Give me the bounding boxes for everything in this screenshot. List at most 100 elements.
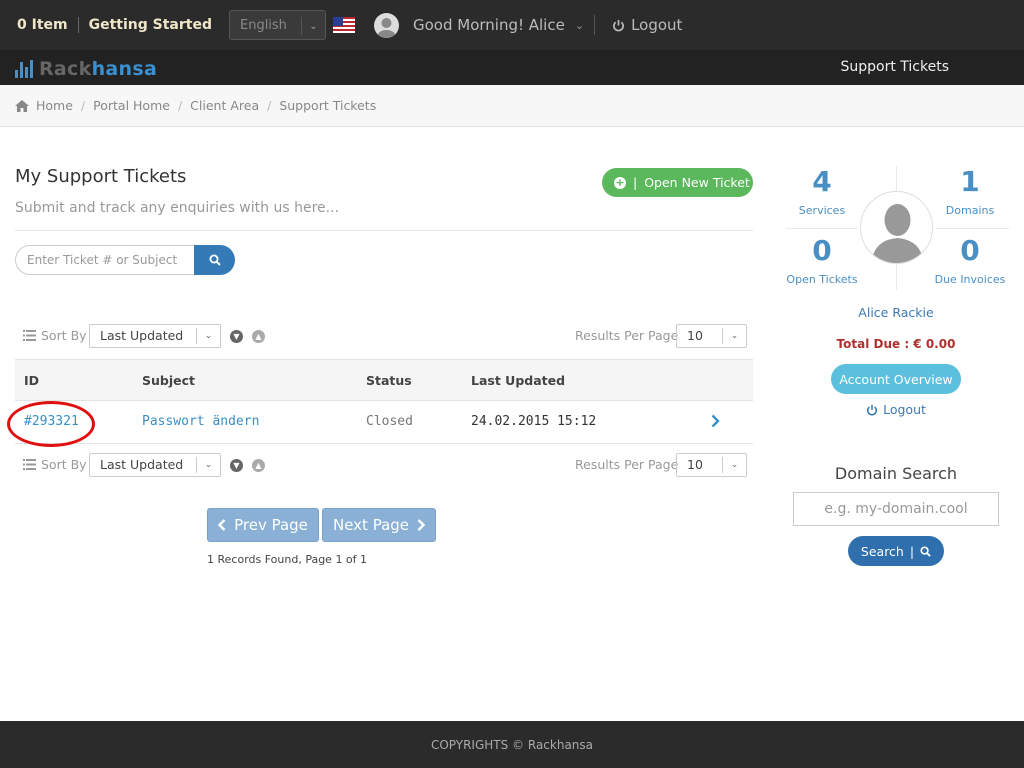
results-per-page-label: Results Per Page [575, 328, 679, 343]
sort-select[interactable]: Last Updated ⌄ [89, 324, 221, 348]
breadcrumb-support-tickets: Support Tickets [279, 98, 377, 113]
list-icon [23, 459, 36, 470]
breadcrumb: Home / Portal Home / Client Area / Suppo… [0, 85, 1024, 127]
due-invoices-count[interactable]: 0 [935, 234, 1005, 267]
logo-bars-icon [15, 60, 34, 78]
column-header-last-updated[interactable]: Last Updated [471, 373, 565, 388]
chevron-down-icon: ⌄ [196, 457, 220, 473]
column-header-status[interactable]: Status [366, 373, 412, 388]
ticket-subject-link[interactable]: Passwort ändern [142, 414, 259, 429]
table-row[interactable]: #293321 Passwort ändern Closed 24.02.201… [15, 401, 753, 444]
sort-bar-top: Sort By Last Updated ⌄ ▼ ▲ Results Per P… [15, 324, 753, 348]
avatar [860, 191, 933, 264]
results-per-page-select[interactable]: 10 ⌄ [676, 453, 747, 477]
avatar[interactable] [373, 12, 399, 38]
breadcrumb-separator: / [177, 98, 183, 113]
home-icon [15, 99, 29, 112]
results-per-page-value: 10 [687, 457, 703, 472]
account-overview-button[interactable]: Account Overview [831, 364, 961, 394]
sort-by-label: Sort By [41, 328, 87, 343]
records-found-text: 1 Records Found, Page 1 of 1 [207, 553, 368, 566]
language-value: English [239, 17, 287, 33]
breadcrumb-separator: / [80, 98, 86, 113]
domains-label[interactable]: Domains [925, 204, 1015, 217]
breadcrumb-client-area[interactable]: Client Area [190, 98, 259, 113]
greeting-menu[interactable]: Good Morning! Alice [413, 16, 565, 34]
sort-bar-bottom: Sort By Last Updated ⌄ ▼ ▲ Results Per P… [15, 453, 753, 477]
divider: | [633, 175, 638, 190]
sort-ascending-icon[interactable]: ▲ [252, 459, 265, 472]
getting-started-link[interactable]: Getting Started [89, 17, 212, 33]
sort-value: Last Updated [100, 457, 184, 472]
chevron-down-icon: ⌄ [722, 457, 746, 473]
divider: | [909, 543, 915, 559]
domain-search-title: Domain Search [834, 464, 958, 483]
breadcrumb-portal-home[interactable]: Portal Home [93, 98, 170, 113]
search-icon [920, 545, 931, 557]
sidebar-logout-link[interactable]: Logout [796, 402, 996, 417]
open-new-ticket-label: Open New Ticket [644, 175, 750, 190]
prev-page-label: Prev Page [234, 516, 308, 534]
cart-link[interactable]: 0 Item [17, 17, 68, 33]
results-per-page-value: 10 [687, 328, 703, 343]
column-header-id[interactable]: ID [24, 373, 39, 388]
top-bar: 0 Item Getting Started English ⌄ Good Mo… [0, 0, 1024, 50]
sort-ascending-icon[interactable]: ▲ [252, 330, 265, 343]
ticket-id-link[interactable]: #293321 [24, 414, 79, 429]
open-tickets-count[interactable]: 0 [787, 234, 857, 267]
open-tickets-label[interactable]: Open Tickets [777, 273, 867, 286]
search-placeholder: Enter Ticket # or Subject [27, 253, 178, 267]
results-per-page-select[interactable]: 10 ⌄ [676, 324, 747, 348]
list-icon [23, 330, 36, 341]
logo[interactable]: Rackhansa [15, 58, 157, 80]
sort-value: Last Updated [100, 328, 184, 343]
brand-bar: Rackhansa Support Tickets [0, 50, 1024, 85]
results-per-page-label: Results Per Page [575, 457, 679, 472]
divider [594, 15, 596, 35]
chevron-right-icon[interactable] [711, 414, 720, 432]
domain-search-input[interactable]: e.g. my-domain.cool [793, 492, 999, 526]
logout-link[interactable]: Logout [612, 16, 682, 34]
open-new-ticket-button[interactable]: + | Open New Ticket [602, 168, 753, 197]
prev-page-button[interactable]: Prev Page [207, 508, 319, 542]
ticket-search-button[interactable] [194, 245, 235, 275]
plus-circle-icon: + [614, 175, 626, 189]
table-header: ID Subject Status Last Updated [15, 359, 753, 401]
total-due: Total Due : € 0.00 [836, 337, 956, 351]
sort-descending-icon[interactable]: ▼ [230, 330, 243, 343]
domain-search-button[interactable]: Search | [848, 536, 944, 566]
services-label[interactable]: Services [777, 204, 867, 217]
client-name[interactable]: Alice Rackie [796, 305, 996, 320]
page-subtitle: Submit and track any enquiries with us h… [15, 200, 339, 216]
chevron-down-icon[interactable]: ⌄ [575, 19, 584, 32]
domain-search-placeholder: e.g. my-domain.cool [824, 501, 968, 517]
ticket-last-updated: 24.02.2015 15:12 [471, 414, 597, 429]
due-invoices-label[interactable]: Due Invoices [925, 273, 1015, 286]
sidebar-logout-label: Logout [883, 402, 926, 417]
logo-text-part1: Rack [39, 58, 92, 80]
page-title: My Support Tickets [15, 166, 187, 187]
footer: COPYRIGHTS © Rackhansa [0, 721, 1024, 768]
domains-count[interactable]: 1 [935, 165, 1005, 198]
logout-label: Logout [631, 16, 683, 34]
chevron-left-icon [218, 519, 226, 531]
sort-descending-icon[interactable]: ▼ [230, 459, 243, 472]
nav-support-tickets[interactable]: Support Tickets [840, 59, 949, 75]
services-count[interactable]: 4 [787, 165, 857, 198]
column-header-subject[interactable]: Subject [142, 373, 195, 388]
sort-by-label: Sort By [41, 457, 87, 472]
breadcrumb-separator: / [267, 98, 272, 113]
divider [15, 230, 753, 231]
divider [935, 228, 1009, 229]
logo-text-part2: hansa [91, 58, 158, 80]
sort-select[interactable]: Last Updated ⌄ [89, 453, 221, 477]
chevron-right-icon [417, 519, 426, 531]
search-icon [209, 254, 221, 266]
breadcrumb-home[interactable]: Home [36, 98, 73, 113]
ticket-search-input[interactable]: Enter Ticket # or Subject [15, 245, 195, 275]
power-icon [867, 404, 878, 416]
next-page-button[interactable]: Next Page [322, 508, 436, 542]
divider [896, 262, 897, 290]
language-select[interactable]: English ⌄ [228, 10, 326, 40]
us-flag-icon[interactable] [332, 17, 355, 33]
